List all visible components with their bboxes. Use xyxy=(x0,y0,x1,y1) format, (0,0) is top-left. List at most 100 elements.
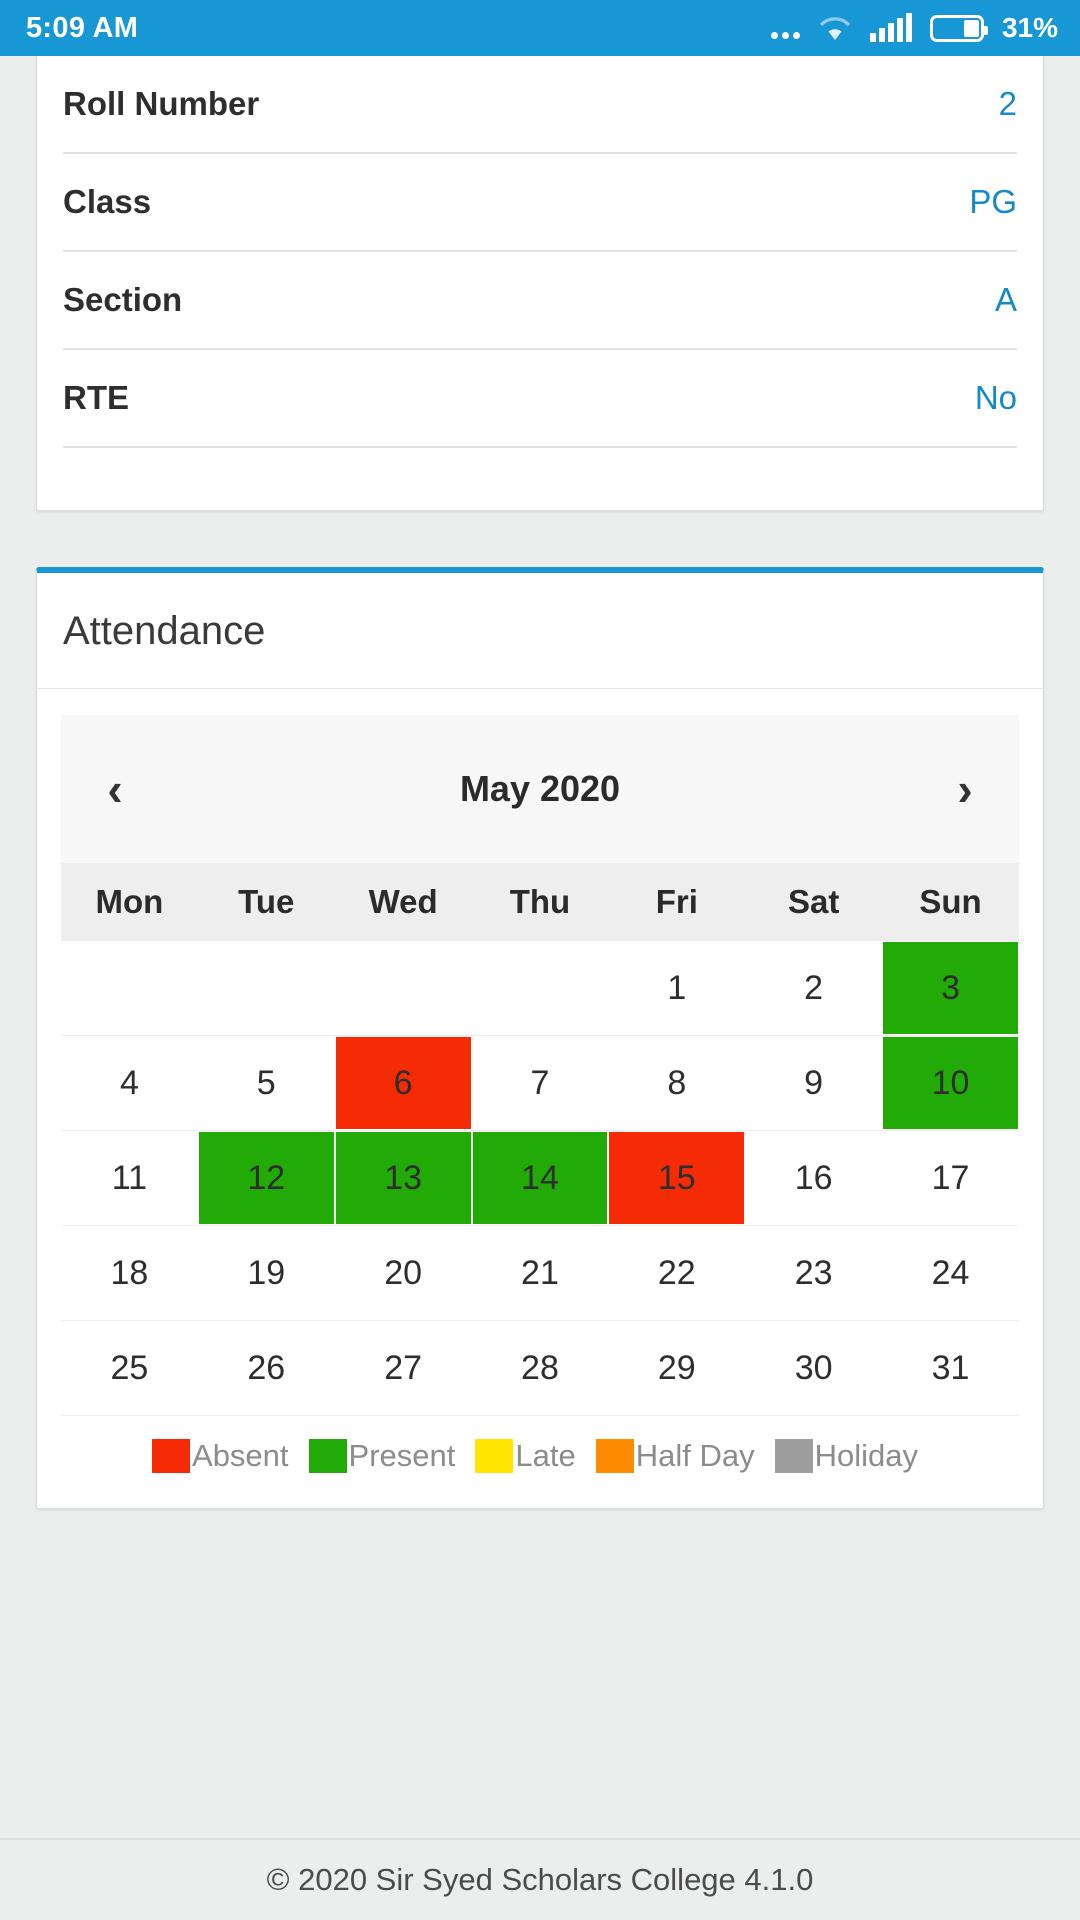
calendar-day-present[interactable]: 10 xyxy=(883,1037,1018,1129)
calendar-day-absent[interactable]: 15 xyxy=(609,1132,745,1224)
calendar-day-plain[interactable]: 27 xyxy=(336,1322,471,1414)
calendar-day-plain[interactable]: 26 xyxy=(199,1322,334,1414)
calendar-day-plain[interactable]: 5 xyxy=(199,1037,334,1129)
calendar-day-cell[interactable]: 21 xyxy=(471,1225,609,1321)
calendar-nav: ‹ May 2020 › xyxy=(61,715,1019,863)
calendar-table: Mon Tue Wed Thu Fri Sat Sun 1 2 3 4 5 6 7 8 9 10 11 12 13 1… xyxy=(61,863,1019,1416)
calendar-day-cell[interactable]: 11 xyxy=(61,1130,198,1226)
calendar-day-cell[interactable]: 9 xyxy=(745,1035,883,1131)
calendar-day-cell[interactable]: 13 xyxy=(334,1130,472,1226)
calendar-day-plain[interactable]: 30 xyxy=(746,1322,881,1414)
calendar-week-row: 4 5 6 7 8 9 10 xyxy=(61,1035,1019,1131)
calendar-day-plain[interactable]: 22 xyxy=(609,1227,744,1319)
calendar-day-cell[interactable]: 24 xyxy=(882,1225,1019,1321)
next-month-button[interactable]: › xyxy=(935,766,995,812)
calendar-weekday-sat: Sat xyxy=(745,863,883,941)
calendar-day-cell[interactable]: 16 xyxy=(745,1130,883,1226)
calendar-day-cell[interactable]: 26 xyxy=(197,1320,335,1416)
calendar-weekday-row: Mon Tue Wed Thu Fri Sat Sun xyxy=(61,863,1019,941)
calendar-day-cell[interactable]: 19 xyxy=(197,1225,335,1321)
app-screen: 5:09 AM 31% Roll Number 2 Class PG Section A R… xyxy=(0,0,1080,1920)
calendar-day-present[interactable]: 12 xyxy=(198,1132,334,1224)
calendar-day-present[interactable]: 3 xyxy=(883,942,1018,1034)
calendar-day-plain[interactable]: 31 xyxy=(883,1322,1018,1414)
footer-copyright: © 2020 Sir Syed Scholars College 4.1.0 xyxy=(266,1862,814,1897)
calendar-day-cell[interactable]: 12 xyxy=(197,1130,335,1226)
student-info-rows: Roll Number 2 Class PG Section A RTE No xyxy=(63,56,1017,448)
calendar-weekday-thu: Thu xyxy=(471,863,609,941)
calendar-day-plain[interactable]: 20 xyxy=(336,1227,471,1319)
calendar-day-plain[interactable]: 24 xyxy=(883,1227,1018,1319)
more-dots-icon xyxy=(770,13,800,43)
calendar-day-plain[interactable]: 17 xyxy=(883,1132,1018,1224)
calendar: ‹ May 2020 › Mon Tue Wed Thu Fri Sat Sun 12345… xyxy=(37,689,1043,1508)
calendar-day-plain[interactable]: 25 xyxy=(62,1322,197,1414)
calendar-day-cell[interactable]: 4 xyxy=(61,1035,198,1131)
calendar-day-cell[interactable]: 18 xyxy=(61,1225,198,1321)
battery-percent-label: 31% xyxy=(1001,12,1058,43)
legend-item-late: Late xyxy=(475,1438,585,1474)
calendar-empty-cell xyxy=(61,941,198,1036)
calendar-day-plain[interactable]: 19 xyxy=(199,1227,334,1319)
calendar-day-plain[interactable]: 4 xyxy=(62,1037,197,1129)
calendar-week-row: 25 26 27 28 29 30 31 xyxy=(61,1320,1019,1416)
app-footer: © 2020 Sir Syed Scholars College 4.1.0 xyxy=(0,1838,1080,1920)
legend-item-holiday: Holiday xyxy=(774,1438,928,1474)
info-row-value: No xyxy=(974,379,1017,416)
status-bar-clock: 5:09 AM xyxy=(26,11,139,44)
calendar-day-cell[interactable]: 2 xyxy=(745,941,883,1036)
legend-swatch-holiday xyxy=(774,1439,813,1473)
calendar-day-plain[interactable]: 7 xyxy=(473,1037,608,1129)
calendar-day-cell[interactable]: 20 xyxy=(334,1225,472,1321)
calendar-day-cell[interactable]: 5 xyxy=(197,1035,335,1131)
calendar-day-plain[interactable]: 9 xyxy=(746,1037,881,1129)
calendar-day-cell[interactable]: 31 xyxy=(882,1320,1019,1416)
calendar-day-plain[interactable]: 18 xyxy=(62,1227,197,1319)
signal-icon xyxy=(869,13,912,42)
calendar-day-cell[interactable]: 1 xyxy=(608,941,746,1036)
calendar-day-cell[interactable]: 29 xyxy=(608,1320,746,1416)
calendar-day-cell[interactable]: 28 xyxy=(471,1320,609,1416)
legend-label-absent: Absent xyxy=(192,1438,289,1473)
info-row-value: A xyxy=(994,281,1017,318)
calendar-day-cell[interactable]: 3 xyxy=(882,941,1019,1036)
info-row-label: RTE xyxy=(63,379,129,416)
calendar-day-cell[interactable]: 14 xyxy=(471,1130,609,1226)
calendar-weekday-header: Mon Tue Wed Thu Fri Sat Sun xyxy=(61,863,1019,941)
calendar-day-plain[interactable]: 28 xyxy=(473,1322,608,1414)
calendar-day-cell[interactable]: 30 xyxy=(745,1320,883,1416)
prev-month-button[interactable]: ‹ xyxy=(85,766,145,812)
calendar-day-cell[interactable]: 22 xyxy=(608,1225,746,1321)
calendar-day-plain[interactable]: 1 xyxy=(609,942,744,1034)
calendar-day-absent[interactable]: 6 xyxy=(335,1037,471,1129)
calendar-weekday-fri: Fri xyxy=(608,863,746,941)
calendar-day-cell[interactable]: 7 xyxy=(471,1035,609,1131)
calendar-day-cell[interactable]: 6 xyxy=(334,1035,472,1131)
status-bar-icons: 31% xyxy=(770,12,1058,44)
calendar-day-plain[interactable]: 8 xyxy=(609,1037,744,1129)
calendar-day-plain[interactable]: 11 xyxy=(62,1132,197,1224)
calendar-weekday-tue: Tue xyxy=(197,863,335,941)
calendar-day-cell[interactable]: 10 xyxy=(882,1035,1019,1131)
calendar-day-cell[interactable]: 8 xyxy=(608,1035,746,1131)
calendar-day-plain[interactable]: 23 xyxy=(746,1227,881,1319)
battery-icon xyxy=(929,14,988,42)
calendar-day-plain[interactable]: 16 xyxy=(746,1132,881,1224)
status-bar: 5:09 AM 31% xyxy=(0,0,1080,56)
student-info-card: Roll Number 2 Class PG Section A RTE No xyxy=(36,56,1044,511)
calendar-day-cell[interactable]: 15 xyxy=(608,1130,746,1226)
calendar-day-cell[interactable]: 23 xyxy=(745,1225,883,1321)
calendar-empty-cell xyxy=(197,941,335,1036)
scroll-content[interactable]: Roll Number 2 Class PG Section A RTE No Attenda… xyxy=(0,56,1080,1838)
calendar-week-row: 11 12 13 14 15 16 17 xyxy=(61,1130,1019,1226)
legend-label-holiday: Holiday xyxy=(814,1438,918,1473)
calendar-day-plain[interactable]: 2 xyxy=(746,942,881,1034)
info-row-value: PG xyxy=(969,183,1017,220)
calendar-day-cell[interactable]: 17 xyxy=(882,1130,1019,1226)
calendar-day-cell[interactable]: 27 xyxy=(334,1320,472,1416)
calendar-day-cell[interactable]: 25 xyxy=(61,1320,198,1416)
calendar-day-present[interactable]: 14 xyxy=(472,1132,608,1224)
calendar-day-plain[interactable]: 29 xyxy=(609,1322,744,1414)
calendar-day-present[interactable]: 13 xyxy=(335,1132,471,1224)
calendar-day-plain[interactable]: 21 xyxy=(473,1227,608,1319)
